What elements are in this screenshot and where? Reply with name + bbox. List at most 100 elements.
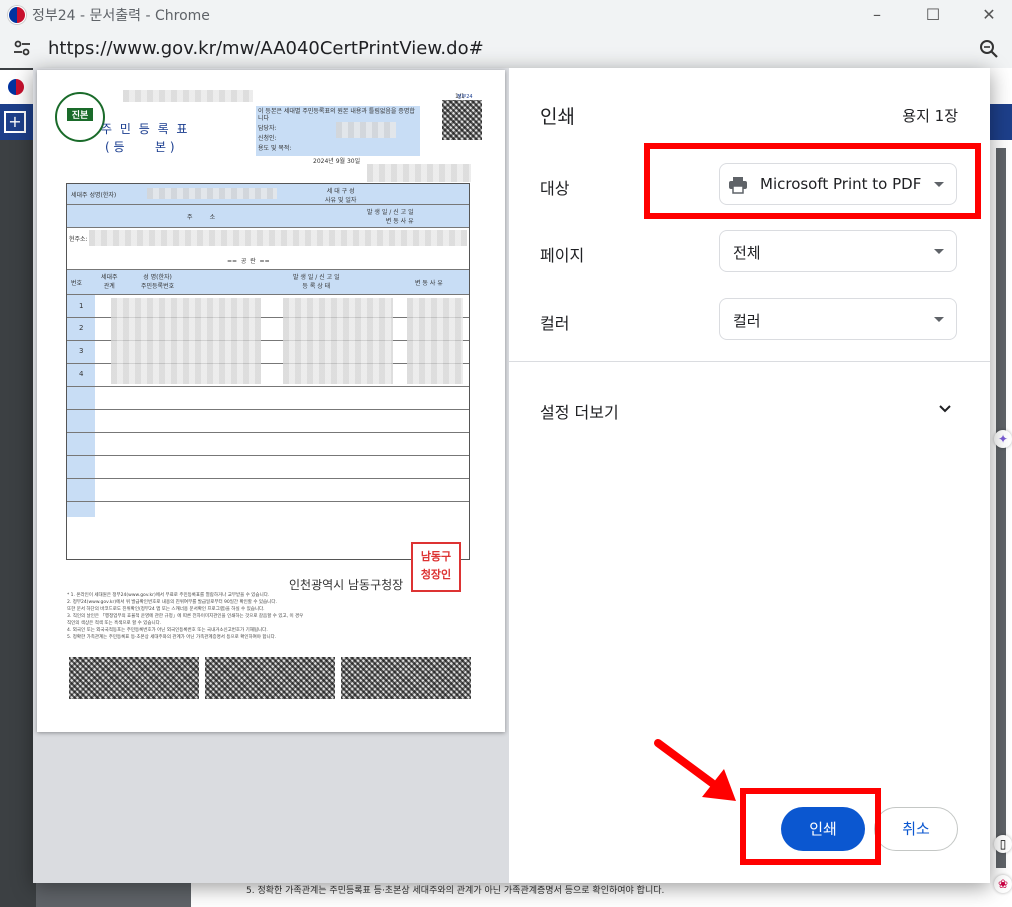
redacted-field — [283, 298, 393, 384]
table-divider — [67, 501, 469, 502]
dropdown-arrow-icon — [934, 249, 944, 254]
background-footer: 5. 정확한 가족관계는 주민등록표 등·초본상 세대주와의 관계가 아닌 가족… — [191, 880, 991, 907]
background-tab — [0, 70, 36, 104]
authentic-stamp: 진본 — [55, 92, 105, 142]
qr-code — [442, 100, 482, 140]
barcode-1 — [69, 657, 199, 699]
background-header-right — [990, 104, 1012, 140]
red-arrow-icon — [654, 739, 736, 801]
close-button[interactable]: ✕ — [966, 0, 1012, 28]
blank-marker: == 공 란 == — [227, 258, 270, 265]
print-highlight-box — [740, 788, 881, 865]
resident-table: 세대주 성명(한자) 세 대 구 성 사유 및 일자 주 소 발 생 일 / 신… — [66, 183, 470, 560]
table-divider — [67, 409, 469, 410]
site-info-icon[interactable] — [12, 38, 32, 58]
col-relation: 세대주 관계 — [101, 274, 118, 290]
redacted-field — [407, 298, 463, 384]
background-page-left — [0, 68, 36, 907]
color-label: 컬러 — [540, 314, 570, 333]
issuer-name: 인천광역시 남동구청장 — [289, 578, 404, 592]
background-header-left: + — [0, 104, 36, 140]
barcode-3 — [341, 657, 471, 699]
footer-note: 또한 문서 하단의 바코드로도 진위확인(정부24 앱 또는 스캐너용 문서확인… — [67, 607, 265, 612]
preview-page: 진본 1/1 주 민 등 록 표 ( 등 본 ) 이 등본은 세대별 주민등록표… — [37, 70, 505, 732]
notice-text: 이 등본은 세대별 주민등록표의 원본 내용과 틀림없음을 증명합니다 — [258, 108, 415, 122]
pages-select[interactable]: 전체 — [719, 230, 957, 272]
officer-label: 담당자: — [258, 125, 277, 132]
applicant-label: 신청인: — [258, 135, 277, 142]
col-no: 번호 — [71, 280, 83, 287]
gov-favicon-icon — [8, 79, 24, 95]
dropdown-arrow-icon — [934, 317, 944, 322]
background-scrollbar[interactable] — [996, 148, 1006, 868]
table-divider — [67, 478, 469, 479]
household-reason-label: 세 대 구 성 사유 및 일자 — [325, 188, 357, 204]
footer-note: 3. 직인의 날인은 「행정업무의 효율적 운영에 관한 규정」에 따른 전자이… — [67, 614, 304, 619]
row-number: 1 — [79, 302, 84, 310]
redacted-field — [89, 230, 467, 246]
row-number: 4 — [79, 370, 84, 378]
redacted-field — [147, 188, 277, 199]
color-value: 컬러 — [733, 312, 761, 330]
footer-note: * 1. 온라인이 세대원은 정부24(www.gov.kr)에서 무료로 주민… — [67, 593, 270, 598]
col-name: 성 명(한자) 주민등록번호 — [141, 274, 175, 290]
sparkle-icon[interactable]: ✦ — [994, 430, 1012, 448]
current-address-label: 현주소: — [69, 236, 88, 243]
pages-label: 페이지 — [540, 246, 585, 265]
redacted-field — [367, 164, 471, 182]
maximize-button[interactable]: ☐ — [910, 0, 956, 28]
footer-note: 5. 정확한 가족관계는 주민등록표 등·초본상 세대주와의 관계가 아닌 가족… — [67, 635, 277, 640]
pages-value: 전체 — [733, 244, 761, 262]
col-report: 발 생 일 / 신 고 일 등 록 상 태 — [293, 274, 340, 290]
destination-label: 대상 — [540, 179, 570, 198]
redacted-field — [123, 90, 253, 102]
background-footer-text: 5. 정확한 가족관계는 주민등록표 등·초본상 세대주와의 관계가 아닌 가족… — [246, 886, 665, 896]
background-page-right — [990, 68, 1012, 907]
doc-subtitle: ( 등 본 ) — [105, 140, 175, 154]
brain-icon[interactable]: ❀ — [994, 875, 1012, 893]
footer-note: 직인의 색상은 적색 또는 흑색으로 할 수 있습니다. — [67, 621, 162, 626]
gov-favicon-icon — [8, 6, 26, 24]
table-divider — [67, 455, 469, 456]
color-select[interactable]: 컬러 — [719, 298, 957, 340]
redacted-field — [111, 298, 261, 384]
print-preview: 진본 1/1 주 민 등 록 표 ( 등 본 ) 이 등본은 세대별 주민등록표… — [33, 68, 509, 883]
title-bar: 정부24 - 문서출력 - Chrome – ☐ ✕ — [0, 0, 1012, 28]
plus-icon: + — [4, 111, 26, 133]
barcode-2 — [205, 657, 335, 699]
row-number: 3 — [79, 347, 84, 355]
members-header-row — [67, 270, 469, 294]
seal-text: 남동구 청장인 — [420, 550, 452, 581]
notice-box: 이 등본은 세대별 주민등록표의 원본 내용과 틀림없음을 증명합니다 담당자:… — [256, 106, 420, 156]
issue-date: 2024년 9월 30일 — [313, 158, 361, 165]
doc-title: 주 민 등 록 표 — [101, 122, 190, 136]
gov24-logo: 정부24 — [457, 94, 473, 100]
url-text[interactable]: https://www.gov.kr/mw/AA040CertPrintView… — [48, 38, 484, 59]
settings-divider — [509, 361, 990, 362]
table-divider — [67, 386, 469, 387]
col-reason: 변 동 사 유 — [415, 280, 443, 287]
more-settings-toggle[interactable]: 설정 더보기 — [540, 399, 619, 423]
footer-note: 4. 외국인 또는 외국국적동포는 주민등록번호가 아닌 외국인등록번호 또는 … — [67, 628, 268, 633]
table-divider — [67, 294, 469, 295]
zoom-icon[interactable] — [978, 38, 1000, 60]
table-divider — [67, 227, 469, 228]
minimize-button[interactable]: – — [854, 0, 900, 28]
address-header: 주 소 — [187, 214, 216, 221]
stamp-text: 진본 — [67, 108, 93, 121]
official-seal: 남동구 청장인 — [411, 542, 461, 592]
table-divider — [67, 432, 469, 433]
dialog-heading: 인쇄 — [540, 106, 575, 128]
report-header: 발 생 일 / 신 고 일 변 동 사 유 — [367, 209, 414, 225]
row-number: 2 — [79, 324, 84, 332]
address-bar: https://www.gov.kr/mw/AA040CertPrintView… — [0, 28, 1012, 69]
sheet-count: 용지 1장 — [902, 107, 958, 125]
chevron-down-icon[interactable] — [937, 401, 953, 417]
redacted-field — [336, 122, 396, 138]
reader-icon[interactable]: ▯ — [994, 835, 1012, 853]
cancel-button[interactable]: 취소 — [874, 807, 958, 851]
purpose-label: 용도 및 목적: — [258, 145, 292, 152]
window-title: 정부24 - 문서출력 - Chrome — [32, 8, 210, 24]
footer-notes: * 1. 온라인이 세대원은 정부24(www.gov.kr)에서 무료로 주민… — [67, 592, 477, 641]
footer-note: 2. 정부24(www.gov.kr)에서 위 발급확인번호로 내용의 진위여부… — [67, 600, 277, 605]
